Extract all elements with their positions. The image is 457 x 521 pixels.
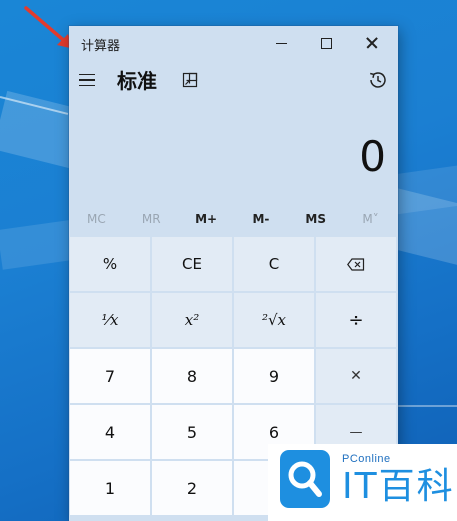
memory-recall-button[interactable]: MR: [124, 206, 179, 232]
digit-1-button[interactable]: 1: [70, 461, 150, 515]
maximize-button[interactable]: [303, 26, 349, 60]
digit-9-button[interactable]: 9: [234, 349, 314, 403]
close-button[interactable]: [349, 26, 395, 60]
watermark-brand: IT百科: [342, 466, 455, 507]
reciprocal-button[interactable]: ¹⁄x: [70, 293, 150, 347]
digit-4-button[interactable]: 4: [70, 405, 150, 459]
result-display: 0: [359, 132, 386, 181]
mode-title: 标准: [117, 69, 157, 93]
reciprocal-label: ¹⁄x: [101, 311, 119, 329]
digit-7-button[interactable]: 7: [70, 349, 150, 403]
calculator-header: 标准: [69, 60, 398, 100]
memory-store-button[interactable]: MS: [288, 206, 343, 232]
history-icon[interactable]: [366, 68, 390, 92]
divide-button[interactable]: ÷: [316, 293, 396, 347]
clear-entry-button[interactable]: CE: [152, 237, 232, 291]
memory-row: MC MR M+ M- MS M˅: [69, 206, 398, 232]
square-label: x²: [184, 311, 200, 329]
maximize-icon: [320, 37, 332, 49]
clear-button[interactable]: C: [234, 237, 314, 291]
percent-button[interactable]: %: [70, 237, 150, 291]
square-root-label: ²√x: [261, 311, 287, 329]
square-button[interactable]: x²: [152, 293, 232, 347]
window-title: 计算器: [81, 39, 121, 54]
keep-on-top-icon[interactable]: [182, 72, 198, 88]
square-root-button[interactable]: ²√x: [234, 293, 314, 347]
search-magnifier-logo-icon: [280, 450, 330, 508]
minimize-icon: [275, 42, 287, 44]
backspace-icon: [347, 257, 365, 271]
close-icon: [365, 36, 379, 50]
backspace-button[interactable]: [316, 237, 396, 291]
memory-list-button[interactable]: M˅: [343, 206, 398, 232]
digit-5-button[interactable]: 5: [152, 405, 232, 459]
title-bar[interactable]: 计算器: [69, 26, 398, 60]
memory-clear-button[interactable]: MC: [69, 206, 124, 232]
digit-2-button[interactable]: 2: [152, 461, 232, 515]
multiply-button[interactable]: ✕: [316, 349, 396, 403]
watermark-site: PConline: [342, 453, 391, 465]
memory-add-button[interactable]: M+: [179, 206, 234, 232]
wallpaper-line: [398, 405, 457, 407]
minimize-button[interactable]: [258, 26, 304, 60]
hamburger-menu-icon[interactable]: [79, 68, 101, 92]
digit-8-button[interactable]: 8: [152, 349, 232, 403]
watermark: PConline IT百科: [268, 444, 457, 521]
memory-subtract-button[interactable]: M-: [233, 206, 288, 232]
